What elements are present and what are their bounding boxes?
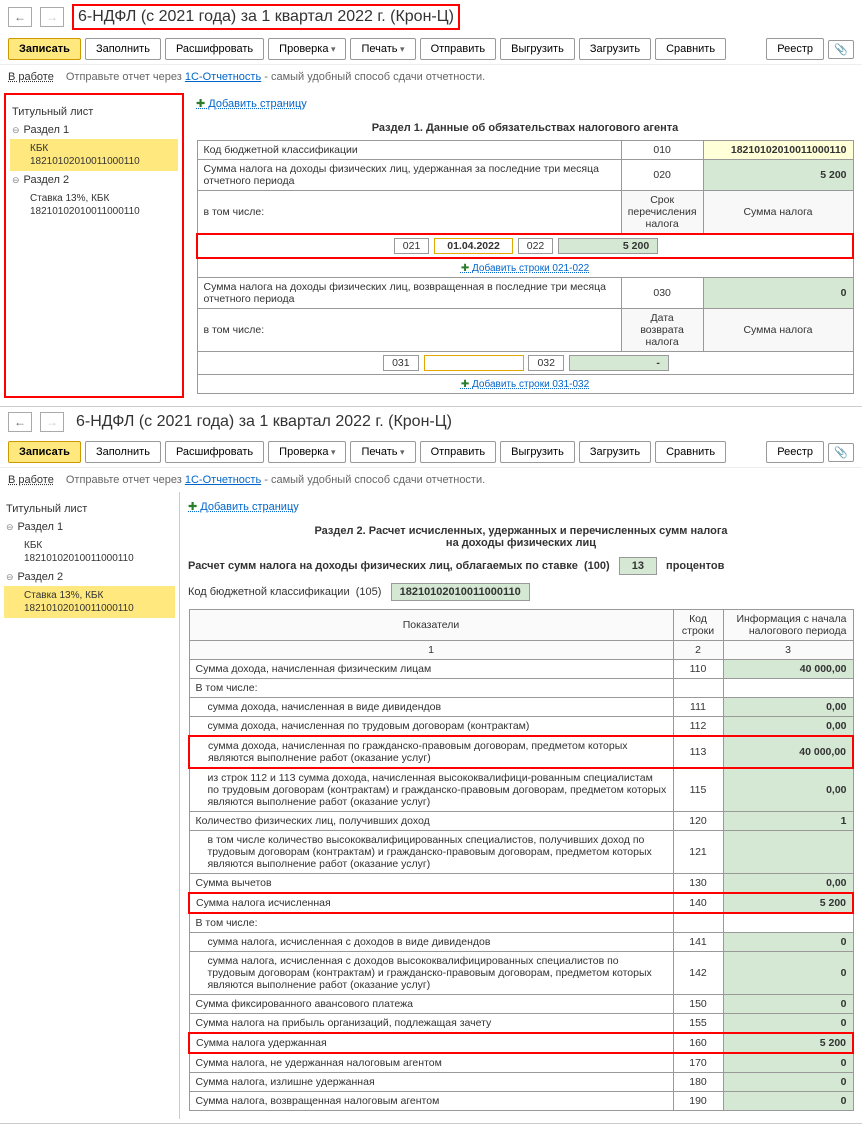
reporting-link-2[interactable]: 1С-Отчетность (185, 474, 261, 486)
table-row: в том числе количество высококвалифициро… (189, 831, 853, 874)
registry-button[interactable]: Реестр (766, 38, 824, 60)
table-row: сумма дохода, начисленная по трудовым до… (189, 717, 853, 737)
fill-button-2[interactable]: Заполнить (85, 441, 161, 463)
attach-icon[interactable]: 📎 (828, 40, 854, 59)
tree-kbk1-2[interactable]: КБК18210102010011000110 (4, 536, 175, 568)
page-title-2: 6-НДФЛ (с 2021 года) за 1 квартал 2022 г… (72, 411, 456, 433)
print-button-2[interactable]: Печать (350, 441, 415, 463)
import-button[interactable]: Загрузить (579, 38, 651, 60)
table-row: сумма налога, исчисленная с доходов в ви… (189, 933, 853, 952)
add-031-link[interactable]: Добавить строки 031-032 (461, 379, 589, 390)
reporting-link[interactable]: 1С-Отчетность (185, 71, 261, 83)
tree-title-sheet-2[interactable]: Титульный лист (4, 500, 175, 518)
table-row: Сумма фиксированного авансового платежа1… (189, 995, 853, 1014)
export-button[interactable]: Выгрузить (500, 38, 575, 60)
table-row: Сумма вычетов1300,00 (189, 874, 853, 894)
tree-kbk1[interactable]: КБК18210102010011000110 (10, 139, 178, 171)
import-button-2[interactable]: Загрузить (579, 441, 651, 463)
table-row: В том числе: (189, 913, 853, 933)
page-title: 6-НДФЛ (с 2021 года) за 1 квартал 2022 г… (72, 4, 460, 30)
tree-section1-2[interactable]: ⊖Раздел 1 (4, 518, 175, 536)
registry-button-2[interactable]: Реестр (766, 441, 824, 463)
add-page-link-2[interactable]: Добавить страницу (188, 500, 299, 513)
section1-title: Раздел 1. Данные об обязательствах налог… (196, 122, 854, 134)
section2-table: ПоказателиКод строкиИнформация с начала … (188, 609, 854, 1111)
add-021-link[interactable]: Добавить строки 021-022 (461, 263, 589, 274)
tree-rate2-2[interactable]: Ставка 13%, КБК18210102010011000110 (4, 586, 175, 618)
fill-button[interactable]: Заполнить (85, 38, 161, 60)
tree-title-sheet[interactable]: Титульный лист (10, 103, 178, 121)
decode-button-2[interactable]: Расшифровать (165, 441, 264, 463)
date-021[interactable]: 01.04.2022 (434, 238, 513, 254)
table-row: Сумма налога на прибыль организаций, под… (189, 1014, 853, 1034)
decode-button[interactable]: Расшифровать (165, 38, 264, 60)
table-row: из строк 112 и 113 сумма дохода, начисле… (189, 768, 853, 812)
compare-button-2[interactable]: Сравнить (655, 441, 726, 463)
send-button-2[interactable]: Отправить (420, 441, 497, 463)
save-button-2[interactable]: Записать (8, 441, 81, 463)
nav-back[interactable]: ← (8, 7, 32, 27)
section2-title: Раздел 2. Расчет исчисленных, удержанных… (188, 525, 854, 549)
kbk-105: 18210102010011000110 (391, 583, 530, 601)
check-button-2[interactable]: Проверка (268, 441, 346, 463)
tree-section2-2[interactable]: ⊖Раздел 2 (4, 568, 175, 586)
print-button[interactable]: Печать (350, 38, 415, 60)
send-button[interactable]: Отправить (420, 38, 497, 60)
tree-section2[interactable]: ⊖Раздел 2 (10, 171, 178, 189)
table-row: Сумма налога исчисленная1405 200 (189, 893, 853, 913)
compare-button[interactable]: Сравнить (655, 38, 726, 60)
rate-value: 13 (619, 557, 657, 575)
table-row: Сумма налога, не удержанная налоговым аг… (189, 1053, 853, 1073)
table-row: Количество физических лиц, получивших до… (189, 812, 853, 831)
tree-rate2[interactable]: Ставка 13%, КБК18210102010011000110 (10, 189, 178, 221)
check-button[interactable]: Проверка (268, 38, 346, 60)
table-row: сумма дохода, начисленная по гражданско-… (189, 736, 853, 768)
rate-line: Расчет сумм налога на доходы физических … (188, 557, 854, 575)
table-row: сумма налога, исчисленная с доходов высо… (189, 952, 853, 995)
nav-back-2[interactable]: ← (8, 412, 32, 432)
table-row: сумма дохода, начисленная в виде дивиден… (189, 698, 853, 717)
nav-fwd-2[interactable]: → (40, 412, 64, 432)
nav-tree: Титульный лист ⊖Раздел 1 КБК182101020100… (4, 93, 184, 398)
add-page-link[interactable]: Добавить страницу (196, 97, 307, 110)
export-button-2[interactable]: Выгрузить (500, 441, 575, 463)
status-badge[interactable]: В работе (8, 71, 54, 83)
kbk-line: Код бюджетной классификации (105) 182101… (188, 583, 854, 601)
tree-section1[interactable]: ⊖Раздел 1 (10, 121, 178, 139)
table-row: Сумма налога, излишне удержанная1800 (189, 1073, 853, 1092)
section1-table: Код бюджетной классификации0101821010201… (196, 140, 854, 394)
table-row: Сумма налога удержанная1605 200 (189, 1033, 853, 1053)
nav-fwd[interactable]: → (40, 7, 64, 27)
save-button[interactable]: Записать (8, 38, 81, 60)
attach-icon-2[interactable]: 📎 (828, 443, 854, 462)
row-021-022: 021 01.04.2022 022 5 200 (197, 234, 853, 258)
table-row: В том числе: (189, 679, 853, 698)
status-badge-2[interactable]: В работе (8, 474, 54, 486)
nav-tree-2: Титульный лист ⊖Раздел 1 КБК182101020100… (0, 492, 180, 1119)
kbk-value[interactable]: 18210102010011000110 (703, 141, 853, 160)
table-row: Сумма дохода, начисленная физическим лиц… (189, 660, 853, 679)
table-row: Сумма налога, возвращенная налоговым аге… (189, 1092, 853, 1111)
date-031[interactable] (424, 355, 524, 371)
